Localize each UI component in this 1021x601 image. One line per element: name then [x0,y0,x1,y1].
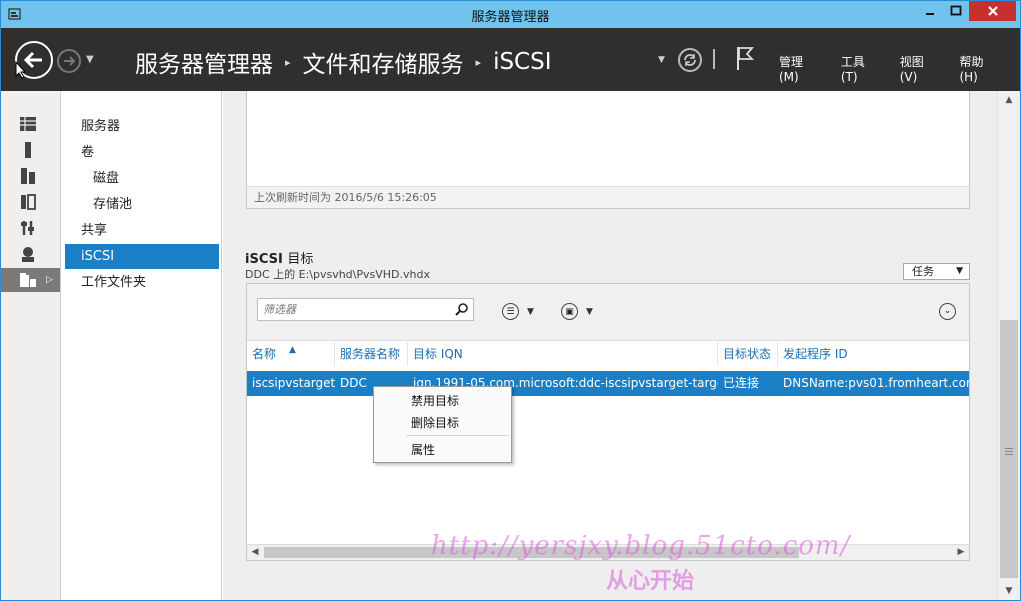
web-server-icon [22,247,34,262]
history-dropdown-icon[interactable]: ▼ [86,54,94,65]
cell-status: 已连接 [723,376,760,390]
forward-arrow-icon [64,56,76,66]
vertical-scroll-thumb[interactable] [1000,320,1018,578]
scroll-down-icon[interactable]: ▼ [998,582,1020,600]
column-header-name[interactable]: ▲ 名称 [247,342,335,366]
refresh-icon [684,54,696,66]
menu-separator [406,435,509,436]
breadcrumb: 服务器管理器 ▸ 文件和存储服务 ▸ iSCSI [135,45,552,79]
table-toolbar: 筛选器 ☰ ▼ ▣ ▼ ⌄ [247,284,969,341]
breadcrumb-dropdown-icon[interactable]: ▼ [658,55,665,65]
last-refresh-text: 上次刷新时间为 2016/5/6 15:26:05 [247,186,969,208]
chevron-down-icon: ▼ [956,266,963,276]
forward-button[interactable] [57,49,81,73]
chevron-down-icon: ▼ [527,306,534,317]
list-options-button[interactable]: ☰ ▼ [502,303,534,320]
refresh-button[interactable] [678,48,702,72]
sidebar-item-iscsi[interactable]: iSCSI [65,244,219,269]
header-divider [713,49,715,69]
cell-initiator: DNSName:pvs01.fromheart.com [783,376,969,390]
chevron-right-icon: ▸ [475,55,482,69]
menu-tools[interactable]: 工具(T) [841,53,881,84]
sidebar-item-storage-pools[interactable]: 存储池 [65,192,219,217]
chevron-right-icon: ▸ [285,55,291,69]
rail-ad[interactable] [1,190,60,214]
all-servers-icon [21,168,35,184]
table-header: ▲ 名称 服务器名称 目标 IQN 目标状态 发起程序 ID [247,342,969,366]
column-header-status[interactable]: 目标状态 [718,342,778,366]
header-bar: ▼ 服务器管理器 ▸ 文件和存储服务 ▸ iSCSI ▼ 管理(M) 工具(T)… [1,28,1020,91]
sidebar-item-volumes[interactable]: 卷 [65,140,219,165]
search-icon[interactable] [455,302,469,316]
watermark-text: 从心开始 [606,569,695,594]
targets-table: 筛选器 ☰ ▼ ▣ ▼ ⌄ ▲ 名称 服务器名称 目标 IQN 目标状态 发起程… [246,283,970,561]
header-menus: 管理(M) 工具(T) 视图(V) 帮助(H) [779,53,1020,84]
save-icon: ▣ [561,303,578,320]
column-header-iqn[interactable]: 目标 IQN [408,342,718,366]
virtual-disks-panel: 上次刷新时间为 2016/5/6 15:26:05 [246,91,970,209]
vertical-scrollbar[interactable]: ▲ ▼ [997,91,1020,600]
menu-item-disable-target[interactable]: 禁用目标 [374,390,511,412]
context-menu: 禁用目标 删除目标 属性 [373,386,512,463]
rail-iis[interactable] [1,242,60,266]
mouse-cursor-icon [15,61,27,79]
menu-item-properties[interactable]: 属性 [374,439,511,461]
rail-file-storage[interactable]: ▷ [1,268,60,292]
rail-local-server[interactable] [1,138,60,162]
menu-item-delete-target[interactable]: 删除目标 [374,412,511,434]
maximize-icon [950,5,962,16]
tasks-dropdown[interactable]: 任务 ▼ [903,263,970,280]
breadcrumb-item-server-manager[interactable]: 服务器管理器 [135,45,273,79]
server-group-icon [21,194,36,210]
dashboard-icon [20,117,36,131]
sort-ascending-icon: ▲ [289,345,296,355]
scroll-up-icon[interactable]: ▲ [998,91,1020,109]
scroll-left-icon[interactable]: ◀ [247,545,263,560]
breadcrumb-item-iscsi: iSCSI [493,49,552,75]
sidebar-item-shares[interactable]: 共享 [65,218,219,243]
sidebar-item-work-folders[interactable]: 工作文件夹 [65,270,219,295]
grip-icon [1005,448,1013,455]
filter-input[interactable]: 筛选器 [257,298,474,321]
save-query-button[interactable]: ▣ ▼ [561,303,593,320]
column-header-server[interactable]: 服务器名称 [335,342,408,366]
watermark-url: http://yersjxy.blog.51cto.com/ [431,531,851,561]
minimize-button[interactable] [917,1,943,21]
title-bar: 服务器管理器 [1,1,1020,28]
menu-help[interactable]: 帮助(H) [959,53,1001,84]
icon-rail: ▷ [1,91,61,600]
expand-arrow-icon: ▷ [46,275,53,285]
maximize-button[interactable] [943,1,969,21]
menu-view[interactable]: 视图(V) [900,53,941,84]
scroll-right-icon[interactable]: ▶ [953,545,969,560]
chevron-down-icon: ▼ [586,306,593,317]
file-storage-icon [20,273,36,287]
notifications-flag-icon[interactable] [735,45,755,71]
server-manager-window: 服务器管理器 ▼ 服务器管理器 ▸ 文件和存储服务 ▸ iSCSI ▼ 管理(M… [0,0,1021,601]
list-icon: ☰ [502,303,519,320]
sidebar-item-disks[interactable]: 磁盘 [65,166,219,191]
section-title: iSCSI 目标 [245,252,314,267]
rail-all-servers[interactable] [1,164,60,188]
cell-name: iscsipvstarget [252,376,335,390]
main-content: 上次刷新时间为 2016/5/6 15:26:05 iSCSI 目标 DDC 上… [223,91,997,600]
menu-manage[interactable]: 管理(M) [779,53,822,84]
sidebar-item-servers[interactable]: 服务器 [65,114,219,139]
tools-icon [21,221,34,235]
close-icon [987,6,998,16]
column-header-initiator[interactable]: 发起程序 ID [778,342,969,366]
window-title: 服务器管理器 [471,10,550,25]
close-button[interactable] [969,1,1016,21]
table-row[interactable]: iscsipvstarget DDC iqn.1991-05.com.micro… [247,371,969,396]
breadcrumb-item-file-storage[interactable]: 文件和存储服务 [303,45,464,79]
rail-tools[interactable] [1,216,60,240]
expand-chevron-icon[interactable]: ⌄ [939,303,956,320]
section-subtitle: DDC 上的 E:\pvsvhd\PvsVHD.vhdx [245,268,430,281]
rail-dashboard[interactable] [1,112,60,136]
sidebar-nav: 服务器 卷 磁盘 存储池 共享 iSCSI 工作文件夹 [62,91,222,600]
local-server-icon [25,142,31,158]
minimize-icon [926,13,934,15]
